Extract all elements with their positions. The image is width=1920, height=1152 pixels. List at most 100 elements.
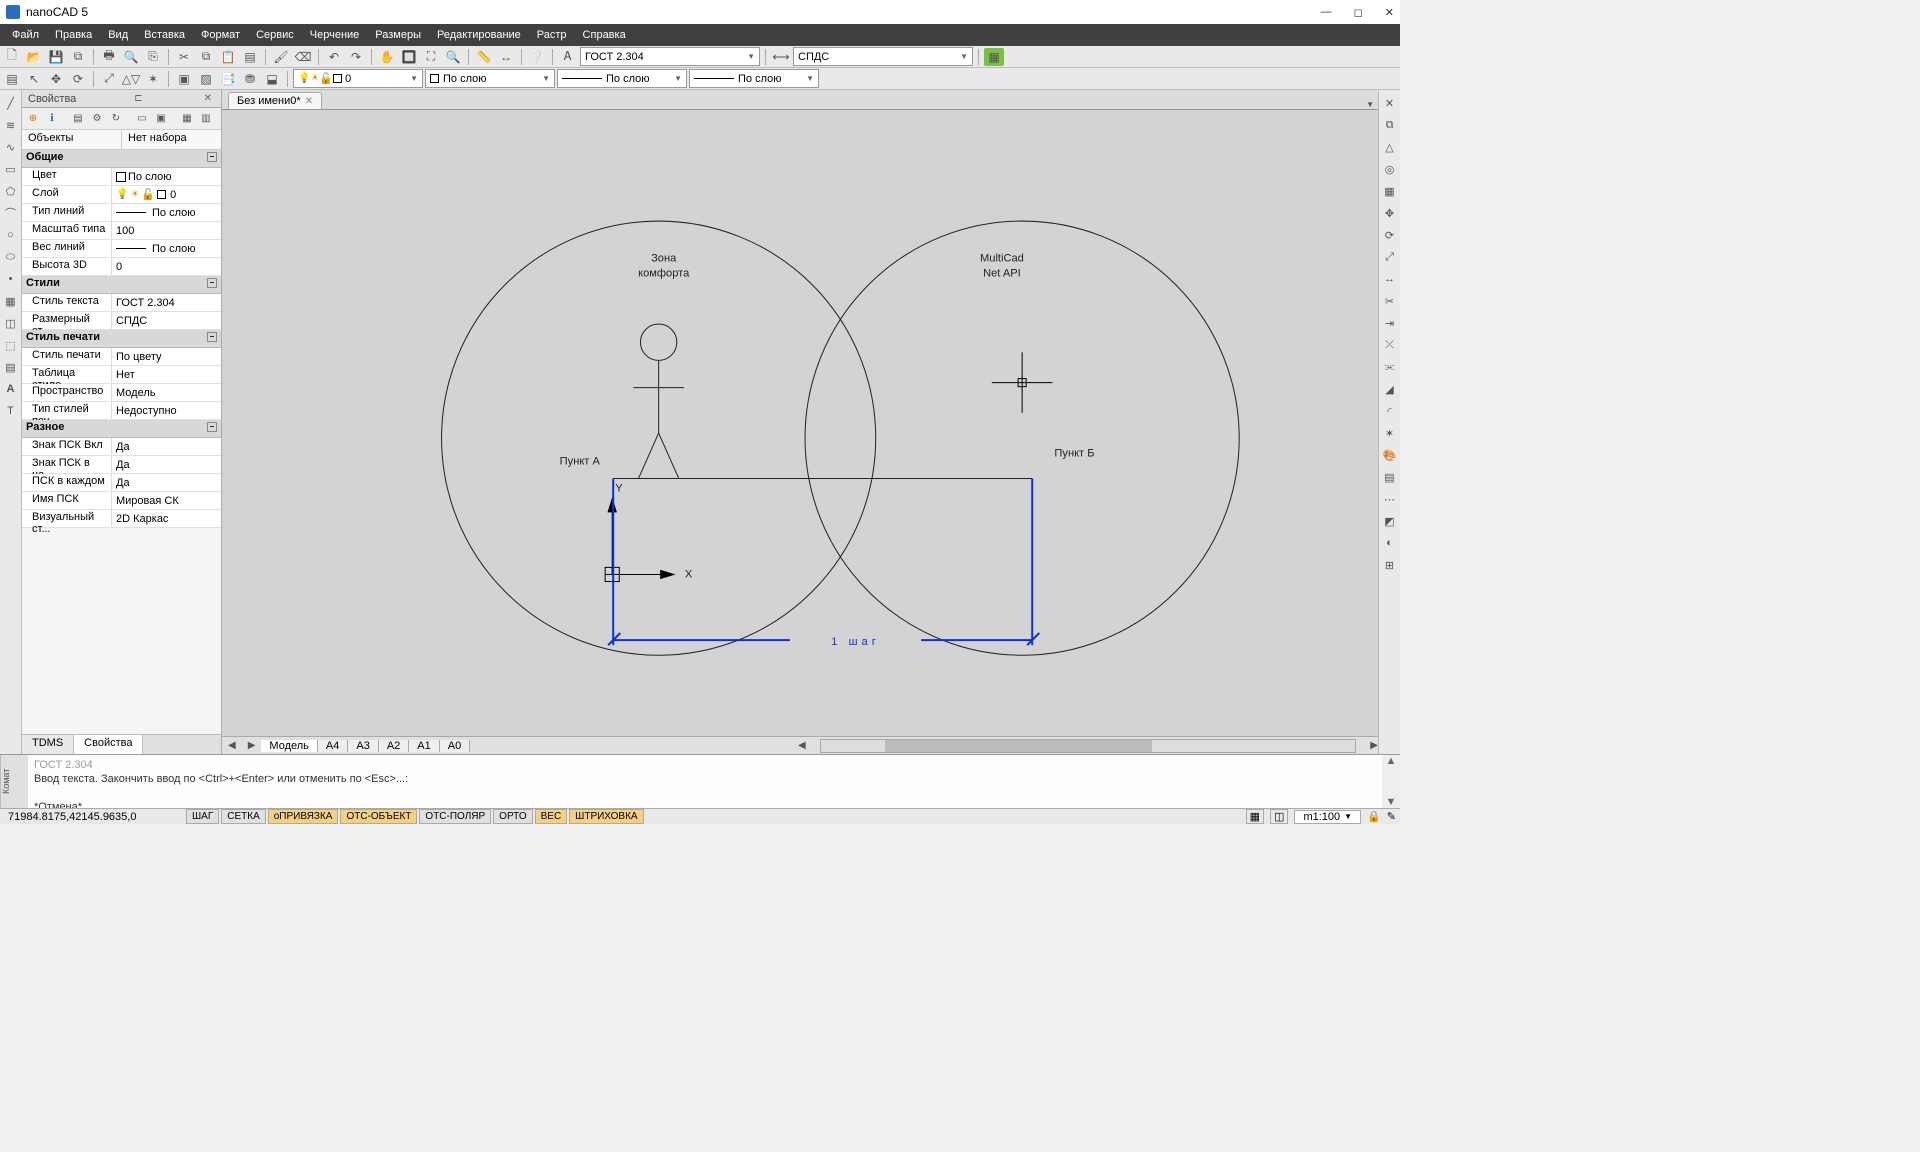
layout-tab-a2[interactable]: A2 xyxy=(379,740,409,752)
mtext-icon[interactable]: А xyxy=(2,380,20,398)
cut-icon[interactable]: ✂ xyxy=(174,48,194,66)
layout-next-icon[interactable]: ▶ xyxy=(242,740,262,751)
layers-panel-icon[interactable]: ▤ xyxy=(1381,468,1399,486)
minimize-button[interactable]: — xyxy=(1321,6,1332,19)
more-icon[interactable]: ⋯ xyxy=(1381,490,1399,508)
section-general[interactable]: Общие– xyxy=(22,150,221,168)
table-style-icon[interactable]: ▦ xyxy=(984,48,1004,66)
menu-dim[interactable]: Размеры xyxy=(367,24,429,46)
modify-extend-icon[interactable]: ⇥ xyxy=(1381,314,1399,332)
menu-help[interactable]: Справка xyxy=(575,24,634,46)
distance-icon[interactable]: ↔ xyxy=(496,48,516,66)
status-btn-отс-поляр[interactable]: ОТС-ПОЛЯР xyxy=(419,809,491,824)
prop-row-ucson[interactable]: Знак ПСК ВклДа xyxy=(22,438,221,456)
prop-row-tstyle[interactable]: Стиль текстаГОСТ 2.304 xyxy=(22,294,221,312)
command-scrollbar[interactable]: ▲▼ xyxy=(1382,755,1400,808)
modify-mirror-icon[interactable]: △ xyxy=(1381,138,1399,156)
scale-dropdown-icon[interactable]: ▼ xyxy=(1344,812,1352,821)
ucs-icon[interactable]: ⊞ xyxy=(1381,556,1399,574)
line-icon[interactable]: ╱ xyxy=(2,94,20,112)
layer-props-icon[interactable]: ▤ xyxy=(2,70,22,88)
close-icon[interactable]: ✕ xyxy=(201,93,215,104)
layout-tab-a0[interactable]: A0 xyxy=(440,740,470,752)
prop-row-vstyle[interactable]: Визуальный ст...2D Каркас xyxy=(22,510,221,528)
prop-row-linetype[interactable]: Тип линийПо слою xyxy=(22,204,221,222)
zoom-icon[interactable]: 🔍 xyxy=(443,48,463,66)
menu-edit[interactable]: Правка xyxy=(47,24,100,46)
modify-move-icon[interactable]: ✥ xyxy=(1381,204,1399,222)
section-styles[interactable]: Стили– xyxy=(22,276,221,294)
command-text[interactable]: ГОСТ 2.304 Ввод текста. Закончить ввод п… xyxy=(28,755,1382,808)
scroll-right-icon[interactable]: ▶ xyxy=(1370,740,1378,751)
text-icon[interactable]: T xyxy=(2,402,20,420)
prop-row-lscale[interactable]: Масштаб типа ...100 xyxy=(22,222,221,240)
preview-icon[interactable]: 🔍 xyxy=(121,48,141,66)
scale-icon[interactable]: ⤢ xyxy=(99,70,119,88)
status-btn-штриховка[interactable]: ШТРИХОВКА xyxy=(569,809,643,824)
menu-modify[interactable]: Редактирование xyxy=(429,24,529,46)
publish-icon[interactable]: ⎘ xyxy=(143,48,163,66)
layer-state-icon[interactable]: ⛃ xyxy=(240,70,260,88)
layout-tab-a4[interactable]: A4 xyxy=(318,740,348,752)
prop-row-ptype[interactable]: Тип стилей печ...Недоступно xyxy=(22,402,221,420)
layout-tab-model[interactable]: Модель xyxy=(261,740,317,752)
new-icon[interactable]: 🗋 xyxy=(2,48,22,66)
render-icon[interactable]: ◐ xyxy=(1381,534,1399,552)
modify-copy-icon[interactable]: ⧉ xyxy=(1381,116,1399,134)
document-tab[interactable]: Без имени0* ✕ xyxy=(228,92,322,109)
modify-stretch-icon[interactable]: ↔ xyxy=(1381,270,1399,288)
redo-icon[interactable]: ↷ xyxy=(346,48,366,66)
status-annotate-icon[interactable]: ✎ xyxy=(1387,810,1396,823)
menu-format[interactable]: Формат xyxy=(193,24,248,46)
status-btn-опривязка[interactable]: оПРИВЯЗКА xyxy=(268,809,339,824)
spline-icon[interactable]: ∿ xyxy=(2,138,20,156)
prop-row-ucsorig[interactable]: Знак ПСК в на...Да xyxy=(22,456,221,474)
modify-fillet-icon[interactable]: ◜ xyxy=(1381,402,1399,420)
status-btn-орто[interactable]: ОРТО xyxy=(493,809,532,824)
cat1-icon[interactable]: ▦ xyxy=(179,111,195,127)
undo-icon[interactable]: ↶ xyxy=(324,48,344,66)
text-style-combo[interactable]: ГОСТ 2.304▼ xyxy=(580,47,760,66)
modify-array-icon[interactable]: ▦ xyxy=(1381,182,1399,200)
hatch-tool-icon[interactable]: ▦ xyxy=(2,292,20,310)
prop-row-dstyle[interactable]: Размерный ст...СПДС xyxy=(22,312,221,330)
prop-row-pspace[interactable]: Пространство ...Модель xyxy=(22,384,221,402)
zoom-window-icon[interactable]: 🔲 xyxy=(399,48,419,66)
collapse-icon[interactable]: ▭ xyxy=(134,111,150,127)
circle-icon[interactable]: ○ xyxy=(2,226,20,244)
filter-icon[interactable]: ▤ xyxy=(70,111,86,127)
scroll-up-icon[interactable]: ▲ xyxy=(1386,755,1397,767)
scroll-down-icon[interactable]: ▼ xyxy=(1386,796,1397,808)
properties-title-bar[interactable]: Свойства ⊏ ✕ xyxy=(22,90,221,108)
collapse-toggle-icon[interactable]: – xyxy=(207,152,217,162)
cat2-icon[interactable]: ▥ xyxy=(198,111,214,127)
modify-join-icon[interactable]: ⫘ xyxy=(1381,358,1399,376)
layer-combo[interactable]: 💡 ☀ 🔓 0 ▼ xyxy=(293,69,423,88)
section-misc[interactable]: Разное– xyxy=(22,420,221,438)
save-all-icon[interactable]: ⧉ xyxy=(68,48,88,66)
layout-tab-a1[interactable]: A1 xyxy=(409,740,439,752)
close-button[interactable]: ✕ xyxy=(1385,6,1394,19)
layer-iso-icon[interactable]: ⬓ xyxy=(262,70,282,88)
scrollbar-track[interactable] xyxy=(820,739,1357,753)
color-combo[interactable]: По слою▼ xyxy=(425,69,555,88)
arc-icon[interactable]: ⌒ xyxy=(2,204,20,222)
rotate-icon[interactable]: ⟳ xyxy=(68,70,88,88)
horizontal-scrollbar[interactable]: ◀ ▶ xyxy=(798,739,1378,753)
prop-row-ucseach[interactable]: ПСК в каждом ...Да xyxy=(22,474,221,492)
pan-icon[interactable]: ✋ xyxy=(377,48,397,66)
section-print[interactable]: Стиль печати– xyxy=(22,330,221,348)
status-btn-отс-объект[interactable]: ОТС-ОБЪЕКТ xyxy=(340,809,417,824)
rect-icon[interactable]: ▭ xyxy=(2,160,20,178)
dim-style-icon[interactable]: ⟷ xyxy=(771,48,791,66)
drawing-canvas[interactable]: Зона комфорта MultiCad Net API Пункт А П… xyxy=(222,110,1378,736)
modify-trim-icon[interactable]: ✂ xyxy=(1381,292,1399,310)
explode-icon[interactable]: ✶ xyxy=(143,70,163,88)
status-btn-сетка[interactable]: СЕТКА xyxy=(221,809,266,824)
lineweight-combo[interactable]: По слою▼ xyxy=(689,69,819,88)
tab-tdms[interactable]: TDMS xyxy=(22,735,74,754)
prop-row-pstyle[interactable]: Стиль печатиПо цвету xyxy=(22,348,221,366)
scroll-left-icon[interactable]: ◀ xyxy=(798,740,806,751)
measure-icon[interactable]: 📏 xyxy=(474,48,494,66)
layout-tab-a3[interactable]: A3 xyxy=(348,740,378,752)
